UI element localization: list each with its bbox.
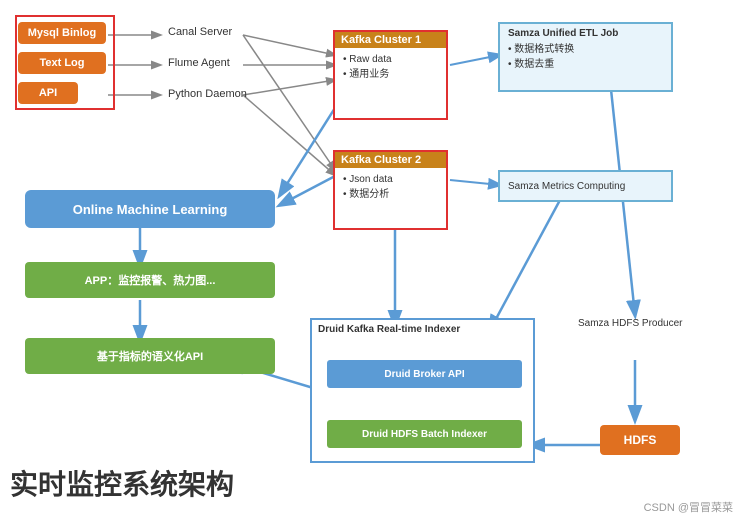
canal-label: Canal Server: [168, 26, 232, 38]
druid-hdfs-box: Druid HDFS Batch Indexer: [327, 420, 522, 448]
kafka1-content: • Raw data • 通用业务: [343, 52, 438, 82]
kafka1-title: Kafka Cluster 1: [335, 32, 446, 48]
samza-etl-item2: • 数据去重: [508, 57, 663, 72]
diagram: Mysql Binlog Text Log API Canal Server F…: [0, 0, 743, 523]
druid-hdfs-label: Druid HDFS Batch Indexer: [362, 429, 487, 440]
api-box: API: [18, 82, 78, 104]
online-ml-box: Online Machine Learning: [25, 190, 275, 228]
flume-agent: Flume Agent: [168, 57, 230, 69]
textlog-label: Text Log: [39, 57, 84, 69]
app-label: APP：监控报警、热力图...: [85, 272, 216, 288]
textlog-box: Text Log: [18, 52, 106, 74]
druid-outer-box: Druid Kafka Real-time Indexer Druid Brok…: [310, 318, 535, 463]
samza-hdfs-producer: Samza HDFS Producer: [578, 318, 688, 329]
samza-metrics-box: Samza Metrics Computing: [498, 170, 673, 202]
kafka-cluster-1: Kafka Cluster 1 • Raw data • 通用业务: [333, 30, 448, 120]
samza-etl-item1: • 数据格式转换: [508, 42, 663, 57]
samza-hdfs-label: Samza HDFS Producer: [578, 318, 682, 329]
kafka2-title: Kafka Cluster 2: [335, 152, 446, 168]
samza-etl-box: Samza Unified ETL Job • 数据格式转换 • 数据去重: [498, 22, 673, 92]
samza-etl-items: • 数据格式转换 • 数据去重: [508, 42, 663, 72]
kafka2-content: • Json data • 数据分析: [343, 172, 438, 202]
api-label: API: [39, 87, 57, 99]
mysql-binlog-box: Mysql Binlog: [18, 22, 106, 44]
python-daemon: Python Daemon: [168, 88, 247, 100]
samza-etl-title: Samza Unified ETL Job: [508, 28, 663, 39]
flume-label: Flume Agent: [168, 57, 230, 69]
online-ml-label: Online Machine Learning: [73, 202, 228, 217]
kafka-cluster-2: Kafka Cluster 2 • Json data • 数据分析: [333, 150, 448, 230]
api-base-label: 基于指标的语义化API: [97, 348, 203, 364]
app-box: APP：监控报警、热力图...: [25, 262, 275, 298]
canal-server: Canal Server: [168, 26, 232, 38]
api-base-box: 基于指标的语义化API: [25, 338, 275, 374]
mysql-label: Mysql Binlog: [28, 27, 96, 39]
python-label: Python Daemon: [168, 88, 247, 100]
main-title: 实时监控系统架构: [10, 463, 234, 503]
kafka1-item1: • Raw data: [343, 52, 438, 67]
hdfs-box: HDFS: [600, 425, 680, 455]
kafka2-item1: • Json data: [343, 172, 438, 187]
watermark: CSDN @冒冒菜菜: [644, 499, 733, 515]
druid-broker-box: Druid Broker API: [327, 360, 522, 388]
kafka1-item2: • 通用业务: [343, 67, 438, 82]
druid-broker-label: Druid Broker API: [384, 369, 464, 380]
kafka2-item2: • 数据分析: [343, 187, 438, 202]
samza-metrics-title: Samza Metrics Computing: [508, 181, 625, 192]
druid-outer-title: Druid Kafka Real-time Indexer: [318, 324, 460, 335]
hdfs-label: HDFS: [624, 433, 657, 447]
